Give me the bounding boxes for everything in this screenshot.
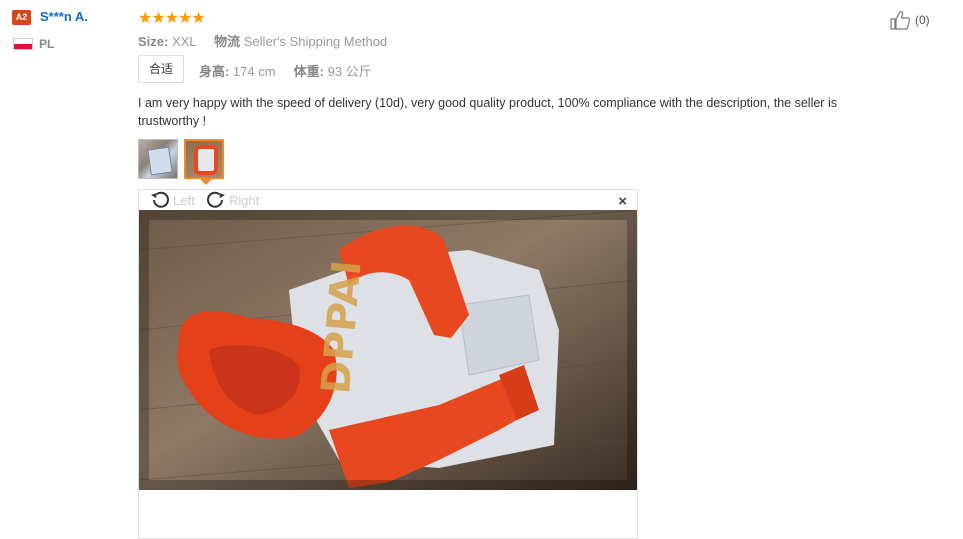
poland-flag-icon <box>13 38 33 50</box>
helpful-button[interactable]: (0) <box>890 10 930 30</box>
rotate-left-label: Left <box>173 192 195 208</box>
thumbs-up-icon <box>890 11 911 30</box>
country-code: PL <box>39 37 55 51</box>
weight-label: 体重: <box>293 64 325 79</box>
height-value: 174 cm <box>232 64 276 79</box>
helpful-count: (0) <box>915 13 930 27</box>
level-badge: A2 <box>12 10 31 25</box>
review-photo-thumbnail-1[interactable] <box>138 139 178 179</box>
star-rating: ★★★★★ <box>138 10 206 27</box>
rotate-left-button[interactable]: Left <box>149 191 195 209</box>
review-photo-large: DPPAI <box>139 210 637 490</box>
selected-thumbnail-pointer <box>200 179 212 185</box>
height-label: 身高: <box>199 64 230 79</box>
body-info: 身高: 174 cm 体重: 93 公斤 <box>199 61 372 80</box>
weight-value: 93 公斤 <box>327 64 372 79</box>
size-label: Size: <box>138 34 169 49</box>
rotate-left-icon <box>151 191 169 208</box>
packaged-product-image <box>147 146 173 176</box>
hoodie-thumbnail-image <box>194 145 218 175</box>
hoodie-photo-illustration: DPPAI <box>139 210 637 490</box>
photo-viewer: Left Right × DPPAI <box>138 189 638 539</box>
rotate-right-label: Right <box>229 192 260 208</box>
shipping-value: Seller's Shipping Method <box>243 34 388 49</box>
shipping-label: 物流 <box>214 34 241 49</box>
size-value: XXL <box>171 34 197 49</box>
review-photo-thumbnail-2-selected[interactable] <box>184 139 224 179</box>
review-text: I am very happy with the speed of delive… <box>138 96 837 128</box>
fit-badge: 合适 <box>138 55 185 83</box>
rotate-right-icon <box>207 191 225 208</box>
reviewer-name: S***n A. <box>40 9 88 24</box>
rotate-right-button[interactable]: Right <box>205 191 259 209</box>
close-viewer-button[interactable]: × <box>618 193 627 210</box>
order-meta: Size: XXL 物流 Seller's Shipping Method <box>138 31 387 50</box>
